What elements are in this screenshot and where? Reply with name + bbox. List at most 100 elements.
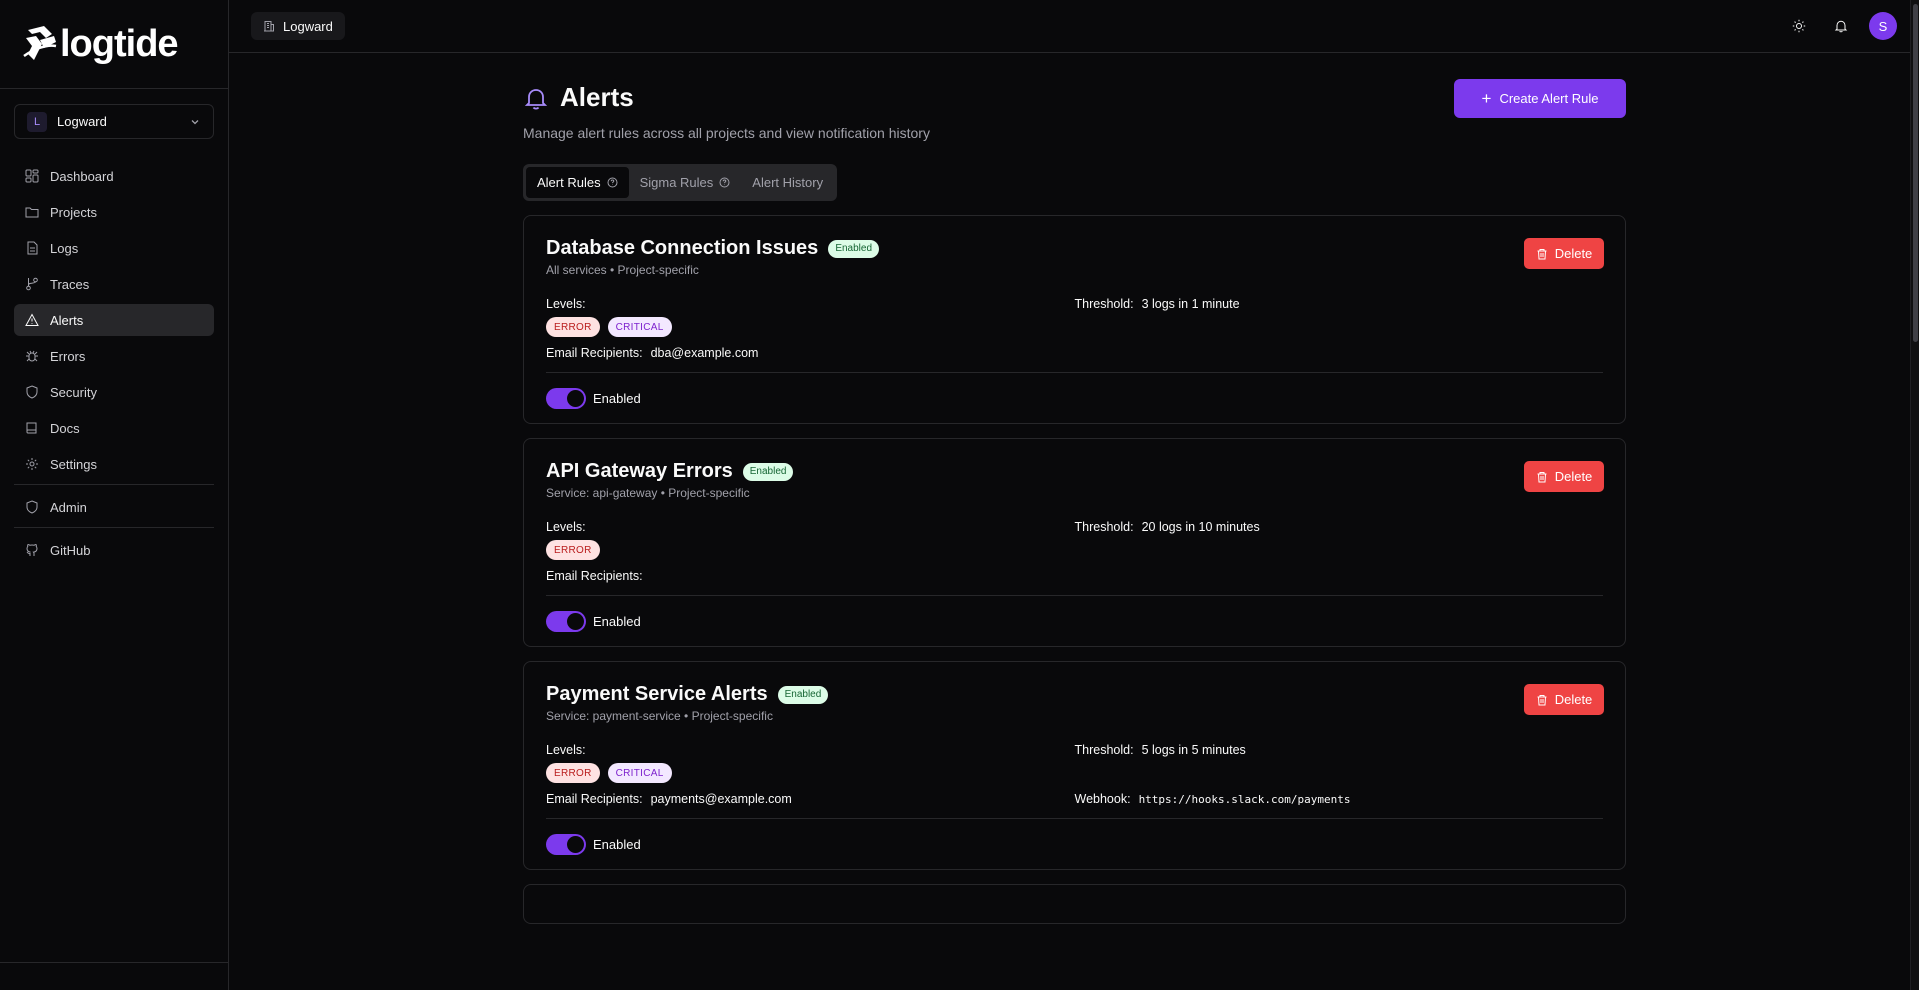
page-title: Alerts [560, 82, 634, 112]
sidebar-item-dashboard[interactable]: Dashboard [14, 160, 214, 192]
sidebar-item-projects[interactable]: Projects [14, 196, 214, 228]
sidebar-item-label: Settings [50, 456, 97, 472]
threshold-label: Threshold: [1074, 743, 1134, 757]
levels-label: Levels: [546, 520, 586, 534]
delete-button[interactable]: Delete [1524, 684, 1604, 715]
app-shell: logtide L Logward Dashboard Projects Log… [0, 0, 1919, 990]
sidebar-item-label: Traces [50, 276, 90, 292]
logo[interactable]: logtide [0, 0, 228, 89]
breadcrumb-label: Logward [283, 18, 333, 34]
sidebar-item-docs[interactable]: Docs [14, 412, 214, 444]
topbar-actions: S [1771, 12, 1897, 40]
git-branch-icon [26, 277, 38, 291]
alert-rule-card: Payment Service Alerts Enabled Delete Se… [523, 661, 1626, 870]
folder-icon [25, 207, 39, 218]
enabled-toggle[interactable] [546, 833, 586, 855]
book-icon [26, 422, 37, 434]
delete-label: Delete [1554, 692, 1593, 707]
threshold-label: Threshold: [1074, 297, 1134, 311]
create-alert-rule-label: Create Alert Rule [1499, 91, 1599, 106]
trash-icon [1537, 694, 1547, 705]
threshold-value: 3 logs in 1 minute [1141, 297, 1240, 311]
tab-sigma-rules[interactable]: Sigma Rules [629, 167, 742, 198]
webhook-label: Webhook: [1074, 792, 1131, 806]
level-badges: ERROR CRITICAL [546, 763, 1075, 783]
sidebar-divider [14, 484, 214, 485]
tab-list: Alert Rules Sigma Rules Alert History [523, 164, 838, 201]
create-alert-rule-button[interactable]: + Create Alert Rule [1454, 79, 1626, 118]
notifications-button[interactable] [1827, 12, 1855, 40]
org-avatar: L [27, 111, 47, 132]
enabled-toggle[interactable] [546, 610, 586, 632]
sidebar-item-logs[interactable]: Logs [14, 232, 214, 264]
sidebar-item-security[interactable]: Security [14, 376, 214, 408]
sidebar-item-label: Logs [50, 240, 79, 256]
bug-icon [26, 350, 38, 362]
page-header: Alerts Manage alert rules across all pro… [523, 79, 1626, 141]
rule-name: Database Connection Issues [546, 237, 819, 259]
sidebar-item-settings[interactable]: Settings [14, 448, 214, 480]
rule-name: API Gateway Errors [546, 460, 733, 482]
theme-toggle-button[interactable] [1785, 12, 1813, 40]
page-scrollbar[interactable] [1910, 0, 1919, 990]
sidebar-item-github[interactable]: GitHub [14, 534, 214, 566]
breadcrumb[interactable]: Logward [251, 12, 345, 40]
trash-icon [1537, 471, 1547, 482]
rule-scope: All services • Project-specific [546, 263, 699, 277]
trash-icon [1537, 248, 1547, 259]
rule-name: Payment Service Alerts [546, 683, 768, 705]
toggle-label: Enabled [593, 390, 641, 406]
tab-alert-rules[interactable]: Alert Rules [526, 167, 629, 198]
sidebar-item-label: Admin [50, 499, 87, 515]
topbar: Logward S [229, 0, 1919, 53]
levels-label: Levels: [546, 297, 586, 311]
email-recipients-label: Email Recipients: [546, 792, 643, 806]
sidebar-item-errors[interactable]: Errors [14, 340, 214, 372]
enabled-toggle[interactable] [546, 387, 586, 409]
alert-triangle-icon [25, 313, 39, 326]
delete-button[interactable]: Delete [1524, 238, 1604, 269]
delete-label: Delete [1554, 246, 1593, 261]
help-circle-icon [719, 177, 730, 188]
sidebar-item-alerts[interactable]: Alerts [14, 304, 214, 336]
scrollbar-thumb[interactable] [1913, 4, 1918, 342]
main-area: Logward S Alerts Manage alert rules acro… [229, 0, 1919, 990]
sidebar-item-admin[interactable]: Admin [14, 491, 214, 523]
tab-label: Alert Rules [537, 175, 601, 190]
alert-rule-card: Database Connection Issues Enabled Delet… [523, 215, 1626, 424]
sidebar-item-traces[interactable]: Traces [14, 268, 214, 300]
brand-name: logtide [60, 22, 179, 65]
file-text-icon [27, 241, 38, 255]
webhook-value: https://hooks.slack.com/payments [1138, 792, 1351, 806]
alerts-page: Alerts Manage alert rules across all pro… [523, 53, 1626, 924]
level-badge-critical: CRITICAL [607, 317, 672, 337]
threshold-value: 5 logs in 5 minutes [1141, 743, 1246, 757]
sun-icon [1792, 19, 1806, 33]
sidebar-item-label: Alerts [50, 312, 84, 328]
email-recipients-value: dba@example.com [650, 346, 759, 360]
tab-label: Sigma Rules [639, 175, 714, 190]
email-recipients-value: payments@example.com [650, 792, 792, 806]
tab-label: Alert History [752, 175, 824, 190]
toggle-label: Enabled [593, 836, 641, 852]
sidebar-item-label: Dashboard [50, 168, 114, 184]
email-recipients-label: Email Recipients: [546, 346, 643, 360]
sidebar-item-label: Projects [50, 204, 97, 220]
rule-scope: Service: payment-service • Project-speci… [546, 709, 773, 723]
level-badge-error: ERROR [546, 763, 600, 783]
dashboard-icon [25, 169, 39, 183]
toggle-label: Enabled [593, 613, 641, 629]
sidebar-divider [14, 527, 214, 528]
org-name: Logward [57, 114, 107, 129]
threshold-label: Threshold: [1074, 520, 1134, 534]
threshold-value: 20 logs in 10 minutes [1141, 520, 1260, 534]
tab-alert-history[interactable]: Alert History [741, 167, 834, 198]
delete-button[interactable]: Delete [1524, 461, 1604, 492]
chevron-down-icon [191, 119, 199, 124]
alert-rule-card [523, 884, 1626, 924]
organization-select[interactable]: L Logward [14, 104, 214, 139]
level-badge-error: ERROR [546, 317, 600, 337]
sidebar-item-label: Security [50, 384, 97, 400]
user-avatar[interactable]: S [1869, 12, 1897, 40]
sidebar-item-label: GitHub [50, 542, 91, 558]
